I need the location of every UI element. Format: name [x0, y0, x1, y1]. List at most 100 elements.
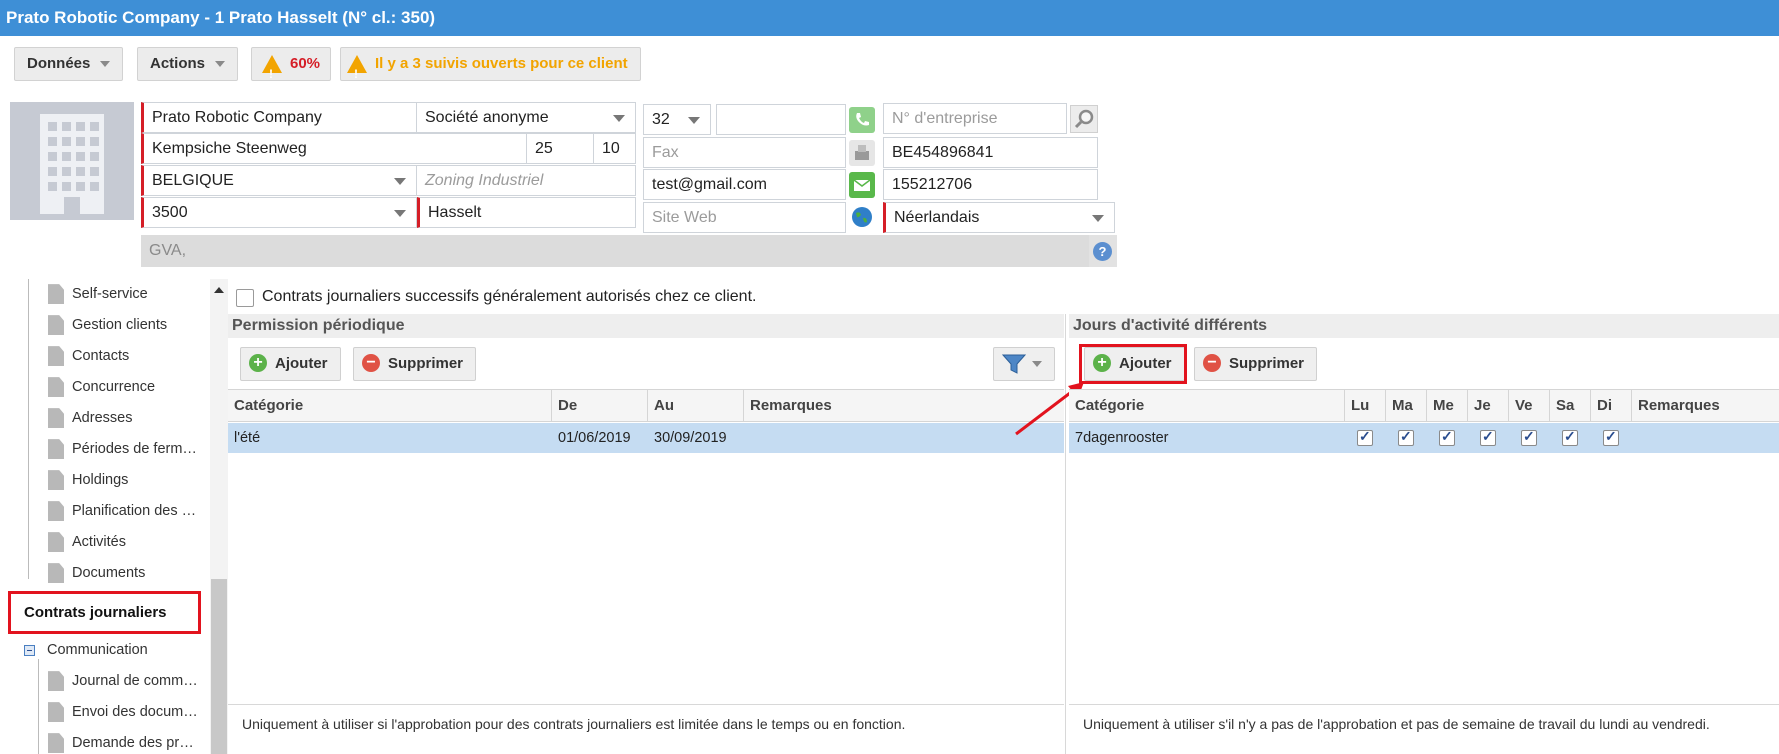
chevron-down-icon	[688, 117, 700, 124]
day-checkbox-sunday[interactable]	[1603, 428, 1619, 446]
scrollbar-thumb[interactable]	[211, 579, 227, 754]
collapse-icon[interactable]	[24, 644, 35, 656]
right-footer-note: Uniquement à utiliser s'il n'y a pas de …	[1083, 716, 1710, 732]
day-checkbox-monday[interactable]	[1357, 428, 1373, 446]
company-name-field[interactable]: Prato Robotic Company	[141, 102, 417, 133]
row-category: l'été	[234, 430, 261, 446]
house-number-field[interactable]: 25	[526, 133, 594, 164]
highlight-box	[1079, 344, 1187, 384]
sidebar-item-client-management[interactable]: Gestion clients	[48, 310, 167, 340]
document-icon	[48, 563, 64, 584]
column-header-category[interactable]: Catégorie	[1069, 390, 1345, 422]
help-button[interactable]: ?	[1089, 235, 1117, 267]
document-icon	[48, 501, 64, 522]
divider	[1069, 704, 1779, 705]
day-checkbox-thursday[interactable]	[1480, 428, 1496, 446]
sidebar-item-activities[interactable]: Activités	[48, 527, 126, 557]
sidebar-item-competition[interactable]: Concurrence	[48, 372, 155, 402]
street-field[interactable]: Kempsiche Steenweg	[141, 133, 527, 164]
vat-field[interactable]: BE454896841	[883, 137, 1098, 168]
column-header-friday[interactable]: Ve	[1509, 390, 1550, 422]
gva-field[interactable]: GVA,	[141, 235, 1089, 267]
sidebar-section-communication[interactable]: Communication	[24, 635, 148, 665]
document-icon	[48, 702, 64, 723]
data-menu-button[interactable]: Données	[14, 47, 124, 81]
fax-field[interactable]: Fax	[643, 137, 846, 168]
zone-field[interactable]: Zoning Industriel	[416, 165, 636, 196]
website-field[interactable]: Site Web	[643, 202, 846, 233]
sidebar-item-self-service[interactable]: Self-service	[48, 279, 148, 309]
legal-form-select[interactable]: Société anonyme	[416, 102, 636, 133]
sidebar-item-requests[interactable]: Demande des pr…	[48, 728, 194, 754]
sidebar-tree: Self-service Gestion clients Contacts Co…	[0, 279, 230, 754]
sidebar-item-holdings[interactable]: Holdings	[48, 465, 128, 495]
minus-icon: −	[1203, 354, 1221, 373]
language-select[interactable]: Néerlandais	[883, 202, 1115, 233]
help-icon: ?	[1093, 242, 1112, 261]
window-title: Prato Robotic Company - 1 Prato Hasselt …	[0, 0, 1779, 36]
city-field[interactable]: Hasselt	[417, 197, 636, 228]
globe-icon[interactable]	[849, 204, 875, 230]
sidebar-item-planning[interactable]: Planification des …	[48, 496, 196, 526]
completion-badge[interactable]: 60%	[251, 47, 332, 90]
column-header-sunday[interactable]: Di	[1591, 390, 1632, 422]
column-header-thursday[interactable]: Je	[1468, 390, 1509, 422]
search-icon[interactable]	[1070, 105, 1098, 133]
phone-prefix-select[interactable]: 32	[643, 104, 711, 135]
sidebar-item-send-documents[interactable]: Envoi des docum…	[48, 697, 198, 727]
sidebar-item-label: Gestion clients	[72, 317, 168, 333]
column-header-from[interactable]: De	[552, 390, 648, 422]
day-checkbox-wednesday[interactable]	[1439, 428, 1455, 446]
table-row[interactable]: l'été 01/06/2019 30/09/2019	[228, 423, 1064, 453]
phone-icon[interactable]	[849, 107, 875, 133]
company-avatar	[10, 102, 134, 220]
language-value: Néerlandais	[894, 209, 980, 226]
followups-warning-button[interactable]: Il y a 3 suivis ouverts pour ce client	[340, 47, 641, 90]
fax-icon[interactable]	[849, 140, 875, 166]
delete-label: Supprimer	[1229, 355, 1305, 372]
sidebar-item-comm-journal[interactable]: Journal de comm…	[48, 666, 198, 696]
actions-menu-button[interactable]: Actions	[137, 47, 239, 81]
country-select[interactable]: BELGIQUE	[141, 165, 417, 196]
document-icon	[48, 733, 64, 754]
sidebar-item-contacts[interactable]: Contacts	[48, 341, 129, 371]
column-header-monday[interactable]: Lu	[1345, 390, 1386, 422]
column-header-remarks[interactable]: Remarques	[1632, 390, 1779, 422]
table-row[interactable]: 7dagenrooster	[1069, 423, 1779, 453]
day-checkbox-friday[interactable]	[1521, 428, 1537, 446]
column-header-to[interactable]: Au	[648, 390, 744, 422]
column-header-wednesday[interactable]: Me	[1427, 390, 1468, 422]
document-icon	[48, 284, 64, 305]
sidebar-item-daily-contracts[interactable]: Contrats journaliers	[8, 591, 201, 634]
different-activity-days-title: Jours d'activité différents	[1069, 314, 1779, 338]
document-icon	[48, 532, 64, 553]
filter-icon	[1001, 354, 1027, 374]
column-header-saturday[interactable]: Sa	[1550, 390, 1591, 422]
email-icon[interactable]	[849, 172, 875, 198]
right-delete-button[interactable]: − Supprimer	[1194, 347, 1318, 381]
tree-connector	[38, 659, 39, 754]
scroll-up-icon[interactable]	[214, 287, 224, 293]
sidebar-item-closure-periods[interactable]: Périodes de ferm…	[48, 434, 197, 464]
postcode-select[interactable]: 3500	[141, 197, 417, 228]
filter-button[interactable]	[993, 347, 1055, 381]
sidebar-item-documents[interactable]: Documents	[48, 558, 145, 588]
successive-contracts-checkbox[interactable]	[236, 289, 254, 307]
sidebar-scrollbar[interactable]	[210, 279, 228, 754]
email-field[interactable]: test@gmail.com	[643, 169, 846, 200]
sidebar-item-label: Concurrence	[72, 379, 156, 395]
day-checkbox-tuesday[interactable]	[1398, 428, 1414, 446]
secondary-number-field[interactable]: 155212706	[883, 169, 1098, 200]
sidebar-item-addresses[interactable]: Adresses	[48, 403, 132, 433]
column-header-category[interactable]: Catégorie	[228, 390, 552, 422]
left-delete-button[interactable]: − Supprimer	[353, 347, 477, 381]
row-category: 7dagenrooster	[1075, 430, 1169, 446]
right-table-header: Catégorie Lu Ma Me Je Ve Sa Di Remarques	[1069, 389, 1779, 422]
enterprise-number-field[interactable]: N° d'entreprise	[883, 103, 1067, 134]
box-number-field[interactable]: 10	[593, 133, 636, 164]
column-header-tuesday[interactable]: Ma	[1386, 390, 1427, 422]
day-checkbox-saturday[interactable]	[1562, 428, 1578, 446]
left-add-button[interactable]: + Ajouter	[240, 347, 341, 381]
followups-warning-text: Il y a 3 suivis ouverts pour ce client	[375, 55, 628, 72]
phone-field[interactable]	[716, 104, 846, 135]
